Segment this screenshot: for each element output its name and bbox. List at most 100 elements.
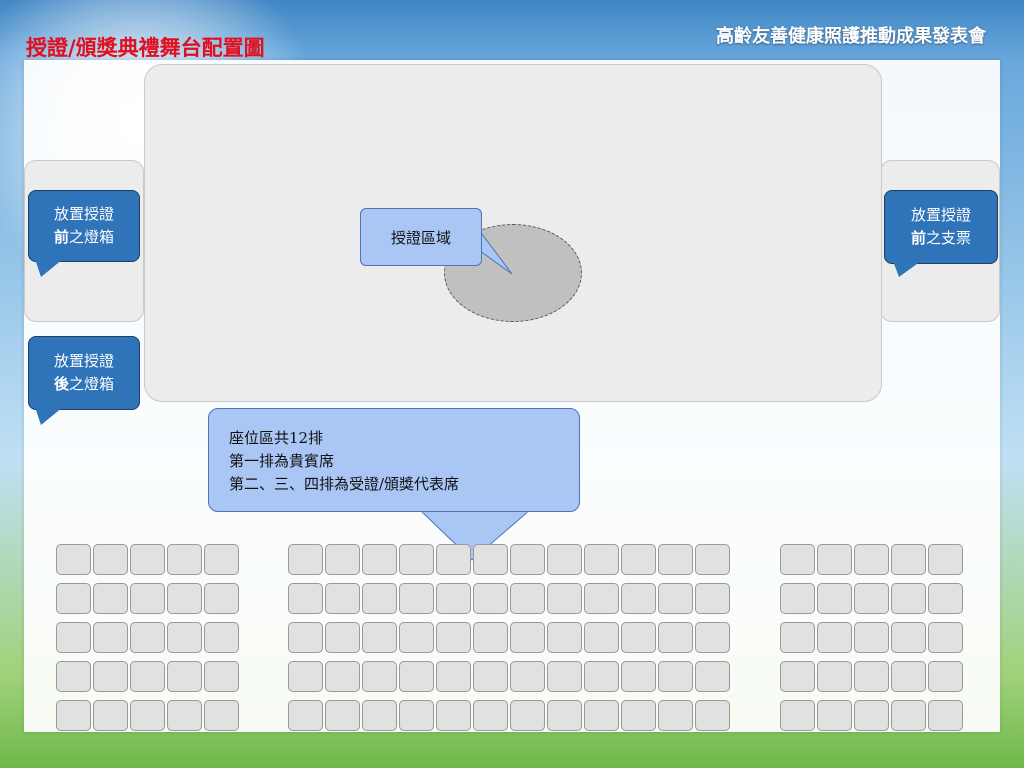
seat — [325, 583, 360, 614]
page-title: 授證/頒獎典禮舞台配置圖 — [26, 35, 265, 60]
seat — [695, 700, 730, 731]
seat — [928, 544, 963, 575]
seat — [167, 661, 202, 692]
seat — [399, 700, 434, 731]
seat — [928, 661, 963, 692]
seat — [473, 583, 508, 614]
seat — [473, 622, 508, 653]
seat — [780, 661, 815, 692]
callout-line2-rest: 之燈箱 — [69, 375, 115, 393]
seat — [584, 622, 619, 653]
seat — [399, 622, 434, 653]
seat — [362, 544, 397, 575]
seat — [325, 544, 360, 575]
seat — [547, 700, 582, 731]
callout-bold-word: 後 — [53, 375, 69, 393]
seat — [891, 583, 926, 614]
seat — [621, 583, 656, 614]
seat — [854, 583, 889, 614]
callout-line1: 放置授證 — [53, 205, 114, 223]
callout-tail — [35, 259, 63, 277]
seat — [204, 583, 239, 614]
seat — [362, 583, 397, 614]
certificate-label-tail — [476, 225, 513, 275]
seat — [695, 661, 730, 692]
seat — [288, 544, 323, 575]
seating-note-line: 第二、三、四排為受證/頒獎代表席 — [229, 475, 460, 493]
seat — [854, 544, 889, 575]
seat — [399, 583, 434, 614]
event-title: 高齡友善健康照護推動成果發表會 — [716, 26, 986, 47]
seat — [473, 700, 508, 731]
callout-lightbox-before: 放置授證 前之燈箱 — [28, 190, 140, 277]
seat — [93, 622, 128, 653]
seat — [584, 583, 619, 614]
seat — [891, 622, 926, 653]
seat — [854, 661, 889, 692]
seat — [854, 622, 889, 653]
seat-block-center — [288, 544, 730, 731]
seat — [288, 700, 323, 731]
seat — [547, 583, 582, 614]
callout-bold-word: 前 — [910, 229, 926, 247]
seat — [584, 544, 619, 575]
seat — [928, 700, 963, 731]
seat — [167, 583, 202, 614]
seat — [547, 622, 582, 653]
seat — [584, 661, 619, 692]
seat — [167, 544, 202, 575]
callout-line2-rest: 之支票 — [926, 229, 972, 247]
seat — [56, 661, 91, 692]
seat — [695, 544, 730, 575]
seating-note-line: 座位區共12排 — [229, 429, 324, 447]
seat — [658, 661, 693, 692]
seat — [56, 622, 91, 653]
seat — [436, 661, 471, 692]
seat — [891, 544, 926, 575]
callout-check-before: 放置授證 前之支票 — [884, 190, 998, 277]
seat — [473, 661, 508, 692]
seat — [510, 544, 545, 575]
callout-line2: 前之燈箱 — [29, 226, 139, 249]
seat — [325, 661, 360, 692]
seat — [621, 544, 656, 575]
seat — [399, 544, 434, 575]
seat — [325, 622, 360, 653]
callout-tail — [893, 261, 921, 277]
callout-line2: 後之燈箱 — [29, 373, 139, 396]
callout-line1: 放置授證 — [910, 206, 971, 224]
seat — [510, 700, 545, 731]
seat — [288, 661, 323, 692]
seat — [130, 700, 165, 731]
callout-bold-word: 前 — [53, 228, 69, 246]
seat — [547, 544, 582, 575]
seat — [658, 622, 693, 653]
seat — [167, 700, 202, 731]
seat — [621, 622, 656, 653]
seat — [695, 583, 730, 614]
seat — [510, 622, 545, 653]
seat — [130, 583, 165, 614]
seat — [473, 544, 508, 575]
seat — [56, 583, 91, 614]
seat-block-left — [56, 544, 239, 731]
seat — [817, 700, 852, 731]
seat — [510, 583, 545, 614]
seat — [817, 661, 852, 692]
seat — [130, 661, 165, 692]
seat — [658, 583, 693, 614]
seat — [130, 544, 165, 575]
callout-tail — [35, 407, 63, 425]
seat — [547, 661, 582, 692]
seat — [928, 622, 963, 653]
seat-block-right — [780, 544, 963, 731]
seating-note-line: 第一排為貴賓席 — [229, 452, 335, 470]
seat — [695, 622, 730, 653]
seat — [891, 661, 926, 692]
seat — [204, 700, 239, 731]
seat — [780, 544, 815, 575]
seat — [436, 583, 471, 614]
seat — [56, 544, 91, 575]
seat — [584, 700, 619, 731]
callout-line1: 放置授證 — [53, 352, 114, 370]
